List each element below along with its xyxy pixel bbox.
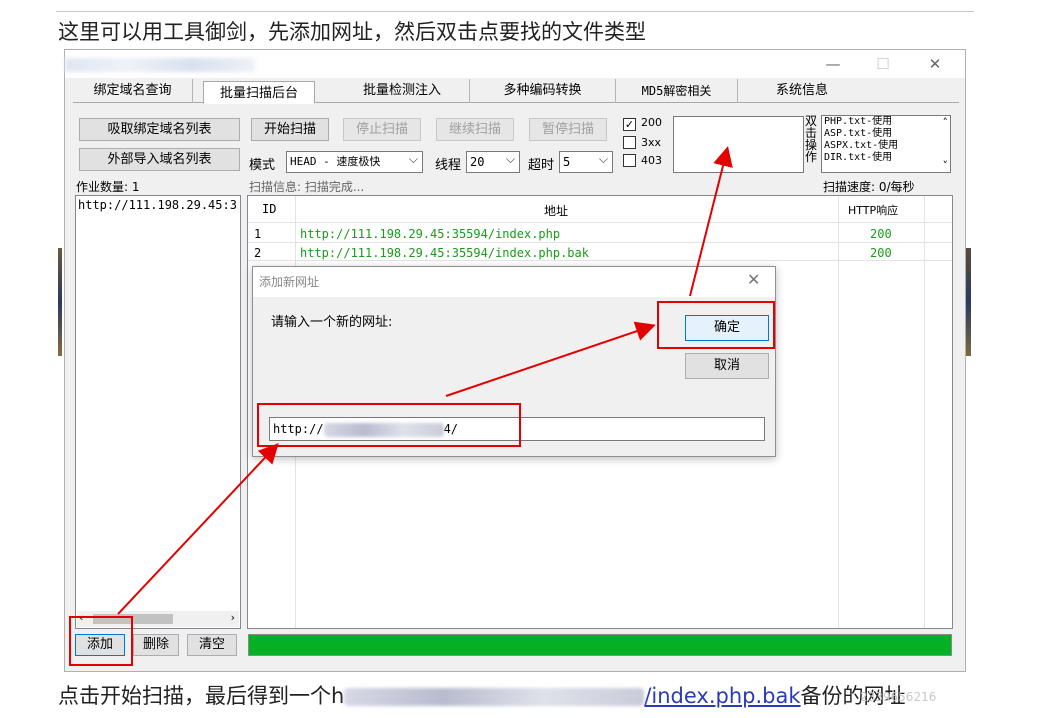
mode-label: 模式 bbox=[249, 158, 276, 173]
redacted-host bbox=[344, 688, 645, 706]
dict-item[interactable]: PHP.txt-使用 bbox=[822, 116, 950, 128]
dictionary-list[interactable]: PHP.txt-使用 ASP.txt-使用 ASPX.txt-使用 DIR.tx… bbox=[821, 115, 951, 173]
resume-scan-button[interactable]: 继续扫描 bbox=[436, 118, 514, 141]
background-image-edge-left bbox=[58, 248, 62, 356]
title-bar: — ☐ ✕ bbox=[65, 50, 965, 78]
checkbox-3xx[interactable] bbox=[623, 136, 636, 149]
import-domain-list-button[interactable]: 外部导入域名列表 bbox=[79, 148, 240, 171]
tab-encoding[interactable]: 多种编码转换 bbox=[470, 79, 616, 103]
tab-batch-sqli[interactable]: 批量检测注入 bbox=[335, 79, 470, 103]
highlight-url-input bbox=[257, 403, 521, 447]
cell-code: 200 bbox=[870, 246, 892, 260]
double-click-hint: 双击操作 bbox=[805, 114, 818, 164]
col-header-url[interactable]: 地址 bbox=[544, 202, 568, 219]
mode-select[interactable]: HEAD - 速度极快 bbox=[286, 151, 423, 173]
maximize-button[interactable]: ☐ bbox=[863, 52, 903, 76]
dict-item[interactable]: ASPX.txt-使用 bbox=[822, 140, 950, 152]
checkbox-200-label: 200 bbox=[641, 116, 662, 129]
fetch-domain-list-button[interactable]: 吸取绑定域名列表 bbox=[79, 118, 240, 141]
threads-label: 线程 bbox=[435, 158, 462, 173]
dialog-close-icon[interactable]: ✕ bbox=[747, 270, 760, 289]
checkbox-403-label: 403 bbox=[641, 154, 662, 167]
caption-top: 这里可以用工具御剑，先添加网址，然后双击点要找的文件类型 bbox=[58, 20, 646, 44]
cell-code: 200 bbox=[870, 227, 892, 241]
checkbox-3xx-label: 3xx bbox=[641, 136, 662, 149]
top-divider bbox=[56, 11, 974, 12]
start-scan-button[interactable]: 开始扫描 bbox=[251, 118, 329, 141]
cell-id: 1 bbox=[254, 227, 262, 241]
tab-batch-scan-admin[interactable]: 批量扫描后台 bbox=[203, 81, 315, 104]
timeout-select[interactable]: 5 bbox=[559, 151, 613, 173]
clear-button[interactable]: 清空 bbox=[187, 634, 237, 656]
delete-button[interactable]: 删除 bbox=[133, 634, 179, 656]
caption-bottom-prefix: 点击开始扫描，最后得到一个h bbox=[58, 684, 345, 708]
scroll-down-icon[interactable]: ˅ bbox=[943, 159, 949, 172]
domain-list[interactable]: http://111.198.29.45:355 ‹ › bbox=[75, 195, 241, 629]
minimize-button[interactable]: — bbox=[813, 52, 853, 76]
cancel-button[interactable]: 取消 bbox=[685, 353, 769, 379]
caption-bottom: 点击开始扫描，最后得到一个h/index.php.bak备份的网址 bbox=[58, 680, 906, 710]
caption-bottom-link[interactable]: /index.php.bak bbox=[644, 684, 800, 708]
close-button[interactable]: ✕ bbox=[915, 52, 955, 76]
dialog-title: 添加新网址 bbox=[253, 267, 775, 297]
col-header-http[interactable]: HTTP响应 bbox=[848, 202, 898, 218]
redacted-window-title bbox=[65, 58, 255, 72]
dict-target-box[interactable] bbox=[673, 116, 804, 173]
background-image-edge-right bbox=[966, 248, 971, 356]
cell-url[interactable]: http://111.198.29.45:35594/index.php.bak bbox=[300, 246, 589, 260]
stop-scan-button[interactable]: 停止扫描 bbox=[343, 118, 421, 141]
job-count: 作业数量: 1 bbox=[76, 180, 140, 194]
dialog-prompt: 请输入一个新的网址: bbox=[271, 315, 393, 330]
dict-item[interactable]: DIR.txt-使用 bbox=[822, 152, 950, 164]
tab-strip: 绑定域名查询 批量扫描后台 批量检测注入 多种编码转换 MD5解密相关 系统信息 bbox=[73, 79, 959, 104]
checkbox-403[interactable] bbox=[623, 154, 636, 167]
tab-domain-query[interactable]: 绑定域名查询 bbox=[73, 79, 193, 103]
dict-item[interactable]: ASP.txt-使用 bbox=[822, 128, 950, 140]
scan-progress-bar bbox=[248, 634, 952, 656]
timeout-label: 超时 bbox=[528, 158, 555, 173]
tab-system-info[interactable]: 系统信息 bbox=[738, 79, 866, 103]
scroll-up-icon[interactable]: ˄ bbox=[943, 116, 949, 129]
tab-md5[interactable]: MD5解密相关 bbox=[616, 79, 738, 103]
cell-id: 2 bbox=[254, 246, 262, 260]
col-header-id[interactable]: ID bbox=[262, 202, 276, 216]
list-item[interactable]: http://111.198.29.45:355 bbox=[78, 198, 238, 212]
scan-info: 扫描信息: 扫描完成... bbox=[249, 180, 365, 194]
pause-scan-button[interactable]: 暂停扫描 bbox=[529, 118, 607, 141]
highlight-add-button bbox=[69, 616, 133, 666]
watermark: 2339656216 bbox=[860, 690, 937, 704]
checkbox-200[interactable]: ✓ bbox=[623, 118, 636, 131]
threads-select[interactable]: 20 bbox=[466, 151, 520, 173]
cell-url[interactable]: http://111.198.29.45:35594/index.php bbox=[300, 227, 560, 241]
scan-speed: 扫描速度: 0/每秒 bbox=[823, 180, 915, 194]
scroll-right-icon[interactable]: › bbox=[231, 611, 235, 624]
highlight-ok-button bbox=[657, 301, 775, 349]
